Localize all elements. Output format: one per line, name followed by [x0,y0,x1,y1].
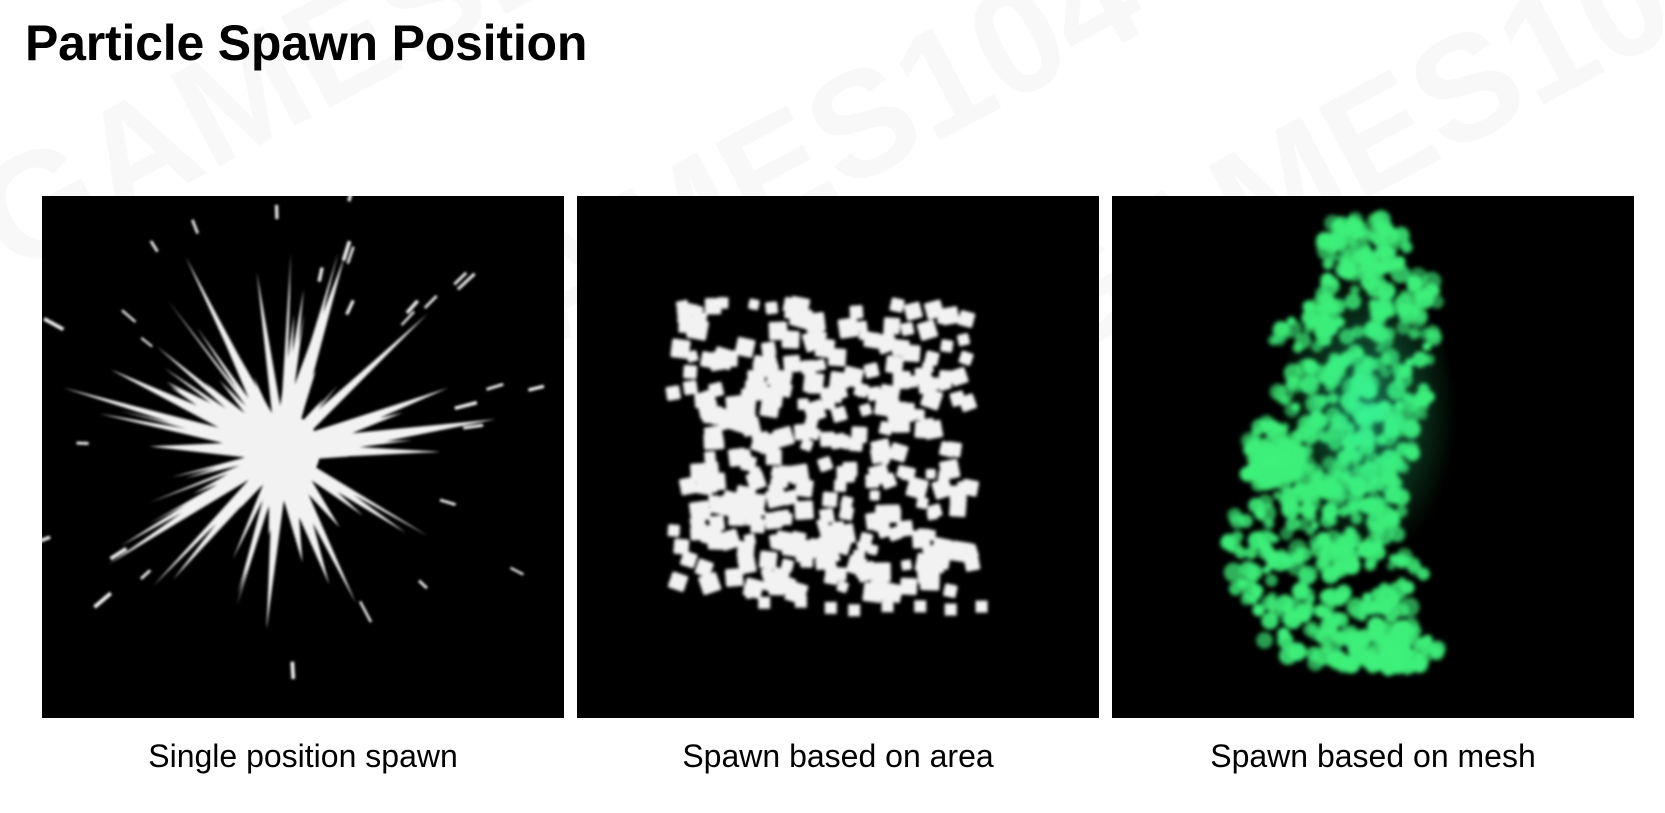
single-position-spawn-image [42,196,564,718]
page-title: Particle Spawn Position [25,15,588,71]
burst-particles-image [42,196,564,718]
mesh-spawn-image [1112,196,1634,718]
area-spawn-image [577,196,1099,718]
square-area-particles-image [577,196,1099,718]
caption-spawn-based-on-area: Spawn based on area [682,738,994,774]
mesh-particles-image [1112,196,1634,718]
caption-single-position-spawn: Single position spawn [148,738,458,774]
caption-spawn-based-on-mesh: Spawn based on mesh [1210,738,1536,774]
